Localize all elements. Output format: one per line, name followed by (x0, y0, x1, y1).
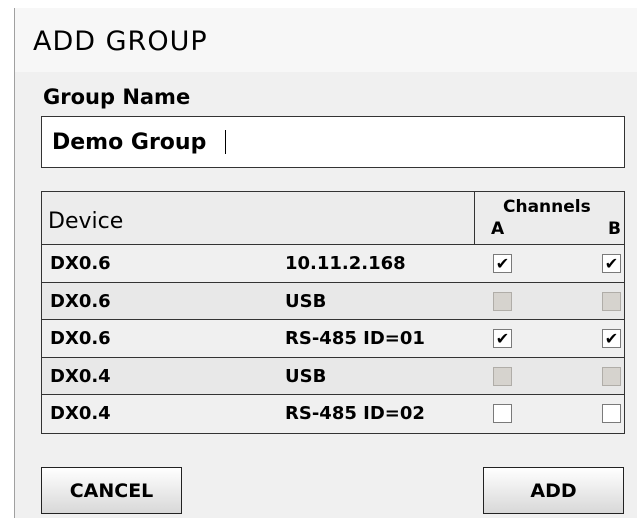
channel-b-header: B (608, 219, 621, 239)
column-header-device: Device (48, 209, 124, 234)
table-row[interactable]: DX0.4 USB (42, 357, 624, 395)
channel-b-checkbox (602, 291, 621, 311)
channel-a-checkbox[interactable] (493, 404, 512, 423)
channel-b-checkbox[interactable] (602, 404, 621, 423)
channel-a-header: A (491, 219, 505, 239)
channel-a-checkbox[interactable]: ✔ (493, 254, 512, 273)
column-header-channels: Channels A B (474, 192, 626, 244)
dialog-header: ADD GROUP (15, 8, 637, 72)
table-row[interactable]: DX0.6 USB (42, 282, 624, 320)
table-row[interactable]: DX0.4 RS-485 ID=02 (42, 395, 624, 433)
device-name: DX0.6 (50, 328, 111, 349)
text-caret (225, 130, 226, 154)
device-connection: USB (285, 365, 327, 387)
table-row[interactable]: DX0.6 10.11.2.168 ✔ ✔ (42, 245, 624, 283)
channel-b-checkbox[interactable]: ✔ (602, 254, 621, 273)
device-table: Device Channels A B DX0.6 10.11.2.168 ✔ … (41, 191, 625, 434)
channel-a-checkbox[interactable]: ✔ (493, 329, 512, 348)
add-button[interactable]: ADD (483, 467, 624, 514)
channels-title: Channels (503, 197, 591, 217)
device-connection: 10.11.2.168 (285, 253, 406, 274)
device-name: DX0.6 (50, 290, 111, 312)
device-name: DX0.4 (50, 403, 111, 424)
device-connection: RS-485 ID=01 (285, 328, 425, 349)
channel-a-checkbox (493, 291, 512, 311)
channel-b-checkbox (602, 366, 621, 386)
channel-b-checkbox[interactable]: ✔ (602, 329, 621, 348)
channel-a-checkbox (493, 366, 512, 386)
device-name: DX0.6 (50, 253, 111, 274)
table-row[interactable]: DX0.6 RS-485 ID=01 ✔ ✔ (42, 320, 624, 358)
dialog-title: ADD GROUP (33, 26, 208, 57)
group-name-label: Group Name (43, 85, 191, 109)
cancel-button[interactable]: CANCEL (41, 467, 182, 514)
group-name-input[interactable] (41, 116, 625, 168)
add-group-dialog: ADD GROUP Group Name Device Channels A B… (14, 8, 637, 518)
device-name: DX0.4 (50, 365, 111, 387)
table-header: Device Channels A B (42, 192, 624, 245)
device-connection: RS-485 ID=02 (285, 403, 425, 424)
device-connection: USB (285, 290, 327, 312)
